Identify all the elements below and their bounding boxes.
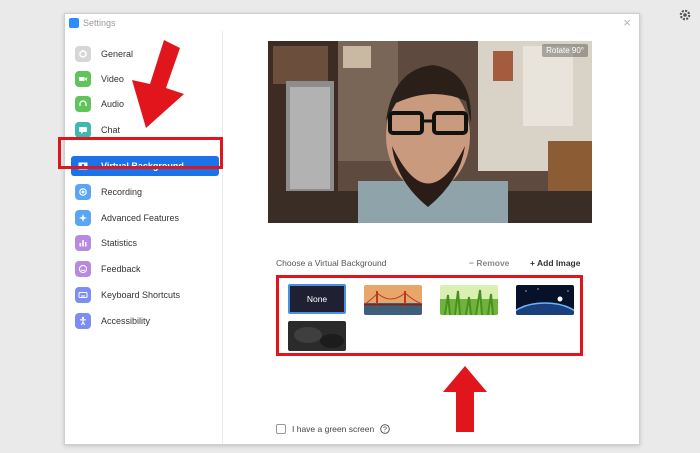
video-camera-icon — [75, 71, 91, 87]
highlight-box-thumbnails — [276, 275, 583, 356]
add-image-button[interactable]: + Add Image — [530, 258, 580, 268]
close-icon[interactable]: × — [623, 15, 631, 30]
sidebar-item-label: Advanced Features — [101, 213, 180, 223]
red-arrow-icon — [132, 40, 184, 128]
chat-bubble-icon — [75, 122, 91, 138]
sidebar-item-label: Audio — [101, 99, 125, 109]
camera-feed-image — [268, 41, 592, 223]
gear-icon[interactable] — [678, 8, 692, 22]
sidebar-item-feedback[interactable]: Feedback — [71, 259, 219, 279]
sparkle-icon — [75, 210, 91, 226]
sidebar-item-label: Chat — [101, 125, 121, 135]
zoom-app-icon — [69, 17, 79, 28]
window-title: Settings — [83, 17, 116, 28]
sidebar-item-label: Feedback — [101, 264, 141, 274]
gear-icon — [75, 46, 91, 62]
help-icon[interactable]: ? — [380, 424, 390, 434]
sidebar-item-statistics[interactable]: Statistics — [71, 233, 219, 253]
smiley-icon — [75, 261, 91, 277]
svg-text:?: ? — [383, 426, 387, 433]
accessibility-icon — [75, 313, 91, 329]
headphones-icon — [75, 96, 91, 112]
record-icon — [75, 184, 91, 200]
keyboard-icon — [75, 287, 91, 303]
red-arrow-icon — [443, 366, 487, 432]
remove-button[interactable]: − Remove — [469, 258, 509, 268]
sidebar-item-label: Accessibility — [101, 316, 151, 326]
rotate-button[interactable]: Rotate 90° — [542, 44, 588, 57]
choose-background-label: Choose a Virtual Background — [276, 258, 387, 268]
sidebar-item-recording[interactable]: Recording — [71, 182, 219, 202]
sidebar-item-accessibility[interactable]: Accessibility — [71, 311, 219, 331]
sidebar-item-advanced-features[interactable]: Advanced Features — [71, 208, 219, 228]
sidebar-item-label: Keyboard Shortcuts — [101, 290, 181, 300]
title-bar: Settings × — [65, 14, 639, 31]
sidebar-item-label: Statistics — [101, 238, 138, 248]
bar-chart-icon — [75, 235, 91, 251]
green-screen-option[interactable]: I have a green screen ? — [276, 424, 390, 434]
sidebar-item-label: Recording — [101, 187, 143, 197]
highlight-box-sidebar — [58, 137, 223, 169]
sidebar-item-keyboard-shortcuts[interactable]: Keyboard Shortcuts — [71, 285, 219, 305]
sidebar-item-label: Video — [101, 74, 124, 84]
video-preview: Rotate 90° — [268, 41, 592, 223]
green-screen-checkbox[interactable] — [276, 424, 286, 434]
green-screen-label: I have a green screen — [292, 424, 375, 434]
